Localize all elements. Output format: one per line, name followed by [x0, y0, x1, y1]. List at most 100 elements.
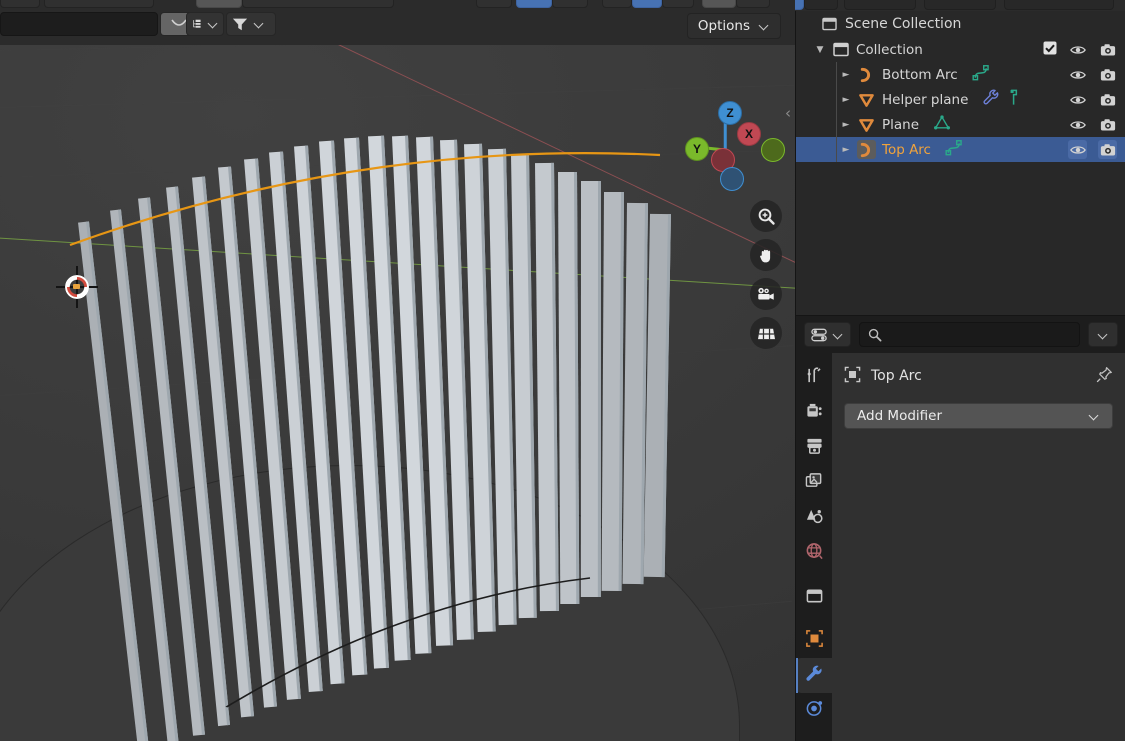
properties-tab-tool[interactable]: [796, 360, 832, 395]
properties-tab-column[interactable]: [796, 353, 832, 741]
properties-tab-world[interactable]: [796, 535, 832, 570]
filter-dropdown[interactable]: [226, 12, 276, 36]
header-button[interactable]: [196, 0, 242, 8]
blender-window: Options Z X Y ‹ Scene Collection ▼ Colle…: [0, 0, 1125, 741]
gizmo-y-label: Y: [692, 142, 701, 156]
outliner-row-label: Collection: [856, 41, 923, 58]
options-button[interactable]: Options: [686, 13, 781, 39]
outliner-row[interactable]: ▼ Collection: [796, 37, 1125, 62]
add-modifier-button[interactable]: Add Modifier: [844, 403, 1113, 429]
options-label: Options: [697, 18, 750, 34]
expand-twisty-icon[interactable]: ►: [838, 92, 854, 108]
properties-editor-type-dropdown[interactable]: [804, 322, 851, 347]
sidebar-collapse-icon[interactable]: ‹: [782, 103, 794, 123]
properties-options-dropdown[interactable]: [1088, 322, 1118, 347]
mesh-data-icon[interactable]: [933, 114, 951, 135]
properties-tab-physics[interactable]: [796, 693, 832, 728]
pan-hand-icon[interactable]: [750, 239, 782, 271]
header-button[interactable]: [516, 0, 552, 8]
outliner-row-scene-collection[interactable]: Scene Collection: [796, 11, 1125, 37]
header-button[interactable]: [0, 0, 40, 8]
header-chip[interactable]: [924, 0, 996, 10]
properties-tab-scene[interactable]: [796, 500, 832, 535]
navigation-gizmo[interactable]: Z X Y: [670, 90, 785, 200]
collection-checkbox[interactable]: [1043, 41, 1057, 59]
outliner-row[interactable]: ► Plane: [796, 112, 1125, 137]
outliner-search-field[interactable]: [0, 12, 158, 36]
outliner-hierarchy-icon[interactable]: [187, 13, 207, 35]
object-icon: [844, 366, 861, 387]
curve-data-icon[interactable]: [972, 64, 990, 85]
disable-render-camera-icon[interactable]: [1098, 140, 1117, 159]
3d-viewport[interactable]: Z X Y ‹: [0, 45, 795, 741]
physics-orbit-icon: [805, 699, 824, 722]
header-button[interactable]: [736, 0, 770, 8]
hide-viewport-eye-icon[interactable]: [1068, 40, 1087, 59]
output-printer-icon: [805, 437, 824, 459]
properties-tab-modifier[interactable]: [796, 658, 832, 693]
expand-twisty-icon[interactable]: ►: [838, 117, 854, 133]
modifier-wrench-icon[interactable]: [982, 89, 1000, 110]
properties-search-input[interactable]: [888, 327, 1071, 342]
grid-ortho-icon[interactable]: [750, 317, 782, 349]
zoom-icon[interactable]: [750, 200, 782, 232]
curve-data-icon[interactable]: [945, 139, 963, 160]
header-button[interactable]: [476, 0, 512, 8]
gizmo-axis-y[interactable]: Y: [685, 137, 709, 161]
properties-search[interactable]: [859, 322, 1080, 347]
properties-tab-output[interactable]: [796, 430, 832, 465]
disable-render-camera-icon[interactable]: [1098, 90, 1117, 109]
properties-editor[interactable]: Top Arc Add Modifier: [795, 315, 1125, 741]
chevron-down-icon: [758, 20, 770, 32]
outliner-row[interactable]: ► Bottom Arc: [796, 62, 1125, 87]
pin-icon[interactable]: [1096, 366, 1113, 387]
scene-cone-sphere-icon: [805, 507, 824, 529]
hide-viewport-eye-icon[interactable]: [1068, 65, 1087, 84]
outliner-row[interactable]: ► Top Arc: [796, 137, 1125, 162]
hide-viewport-eye-icon[interactable]: [1068, 140, 1087, 159]
gizmo-x-label: X: [744, 127, 753, 141]
header-button[interactable]: [632, 0, 662, 8]
outliner-display-mode-dropdown[interactable]: [186, 12, 224, 36]
outliner-row[interactable]: ► Helper plane: [796, 87, 1125, 112]
vertex-group-icon[interactable]: [1007, 89, 1020, 110]
properties-tab-render[interactable]: [796, 395, 832, 430]
chevron-down-icon[interactable]: [253, 18, 265, 30]
properties-tab-collection[interactable]: [796, 580, 832, 615]
disable-render-camera-icon[interactable]: [1098, 65, 1117, 84]
outliner-row-label: Top Arc: [882, 141, 931, 158]
expand-twisty-icon[interactable]: ►: [838, 67, 854, 83]
chevron-down-icon[interactable]: [207, 18, 219, 30]
header-button[interactable]: [602, 0, 632, 8]
header-button[interactable]: [242, 0, 394, 8]
hide-viewport-eye-icon[interactable]: [1068, 115, 1087, 134]
header-chip[interactable]: [1004, 0, 1114, 10]
gizmo-axis-neg-y[interactable]: [761, 138, 785, 162]
header-button[interactable]: [702, 0, 736, 8]
mesh-type-icon: [857, 90, 876, 109]
viewport-nav-buttons: [750, 200, 786, 356]
gizmo-axis-x[interactable]: X: [737, 122, 761, 146]
hide-viewport-eye-icon[interactable]: [1068, 90, 1087, 109]
chevron-down-icon[interactable]: [1097, 329, 1109, 341]
outliner-editor[interactable]: Scene Collection ▼ Collection ► Bottom Arc ►…: [795, 11, 1125, 315]
header-chip[interactable]: [844, 0, 916, 10]
expand-twisty-icon[interactable]: ►: [838, 142, 854, 158]
header-button[interactable]: [44, 0, 154, 8]
properties-tab-view-layer[interactable]: [796, 465, 832, 500]
disable-render-camera-icon[interactable]: [1098, 40, 1117, 59]
object-square-icon: [805, 629, 824, 652]
disable-render-camera-icon[interactable]: [1098, 115, 1117, 134]
filter-icon[interactable]: [227, 13, 253, 35]
chevron-down-icon[interactable]: [832, 329, 844, 341]
gizmo-axis-z[interactable]: Z: [718, 101, 742, 125]
properties-tab-object[interactable]: [796, 623, 832, 658]
camera-icon[interactable]: [750, 278, 782, 310]
scene-collection-label: Scene Collection: [845, 16, 962, 32]
header-chip[interactable]: [804, 0, 838, 10]
expand-twisty-icon[interactable]: ▼: [812, 42, 828, 58]
header-button[interactable]: [552, 0, 588, 8]
header-button[interactable]: [662, 0, 694, 8]
object-name-label: Top Arc: [871, 368, 922, 384]
gizmo-axis-neg-z[interactable]: [720, 167, 744, 191]
